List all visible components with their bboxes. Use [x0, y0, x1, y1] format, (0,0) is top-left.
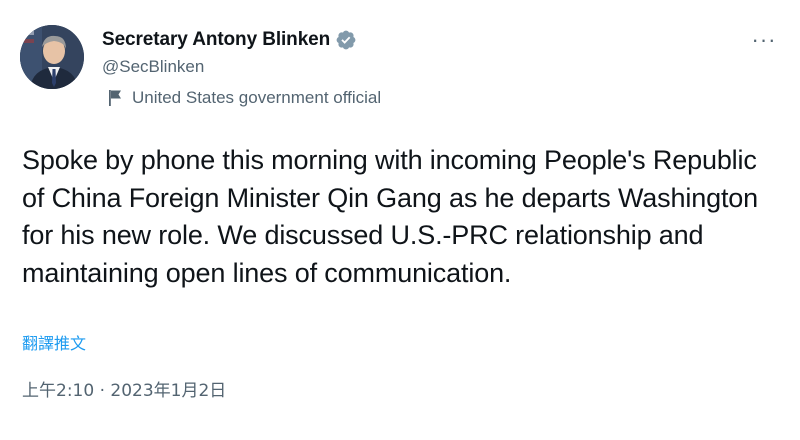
author-block: Secretary Antony Blinken @SecBlinken [102, 26, 357, 79]
government-label[interactable]: United States government official [108, 86, 381, 110]
handle[interactable]: @SecBlinken [102, 55, 357, 79]
more-horizontal-icon: ··· [751, 27, 777, 52]
display-name-row: Secretary Antony Blinken [102, 26, 357, 54]
tweet-timestamp[interactable]: 上午2:10 · 2023年1月2日 [22, 376, 226, 401]
verified-badge-icon [335, 29, 357, 51]
avatar-image [20, 25, 84, 89]
flag-icon [108, 89, 124, 107]
tweet-text: Spoke by phone this morning with incomin… [22, 145, 759, 288]
translate-tweet-link[interactable]: 翻譯推文 [22, 330, 86, 354]
tweet-card: Secretary Antony Blinken @SecBlinken Uni… [0, 0, 800, 440]
government-label-text: United States government official [132, 88, 382, 107]
more-options-button[interactable]: ··· [746, 24, 782, 56]
avatar[interactable] [20, 25, 84, 89]
display-name[interactable]: Secretary Antony Blinken [102, 29, 330, 51]
